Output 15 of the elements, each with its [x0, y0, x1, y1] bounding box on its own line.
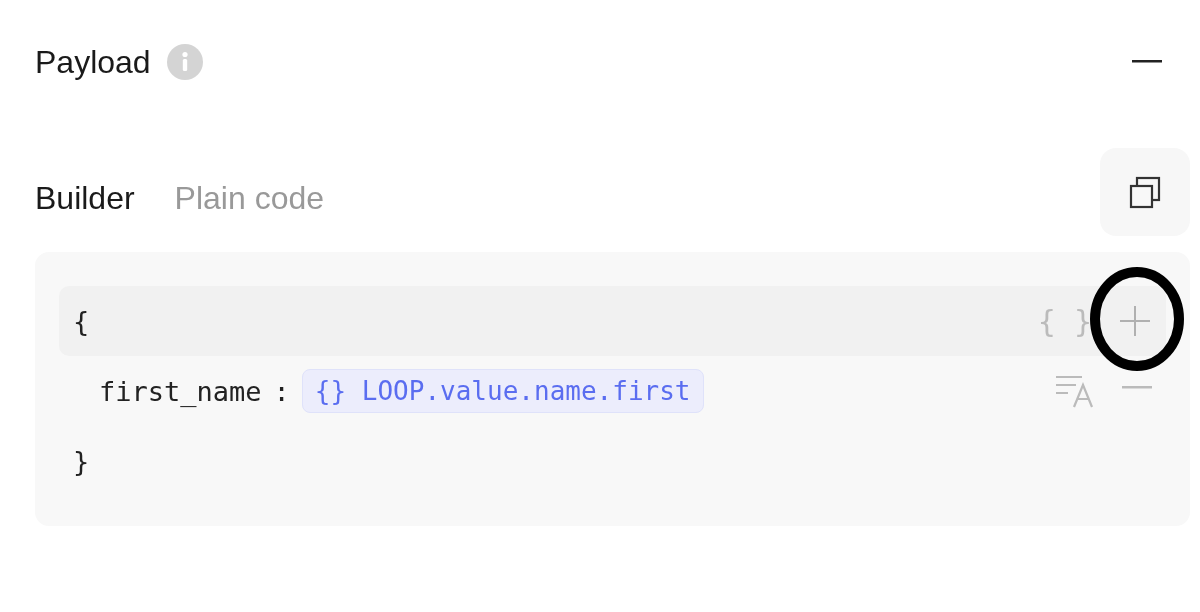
- copy-button[interactable]: [1100, 148, 1190, 236]
- field-key: first_name: [99, 375, 262, 407]
- copy-icon: [1127, 174, 1163, 210]
- tab[interactable]: Builder: [35, 179, 135, 217]
- collapse-icon[interactable]: [1132, 60, 1162, 64]
- code-text: {: [73, 305, 90, 337]
- info-icon[interactable]: [166, 44, 203, 80]
- variable-tag[interactable]: {} LOOP.value.name.first: [301, 369, 704, 413]
- code-text: :: [273, 375, 290, 407]
- remove-icon[interactable]: [1122, 386, 1152, 390]
- code-text: }: [73, 445, 90, 477]
- text-format-icon[interactable]: [1054, 373, 1096, 409]
- tab[interactable]: Plain code: [174, 179, 325, 217]
- add-icon[interactable]: [1118, 304, 1152, 338]
- section-title: Payload: [35, 43, 151, 81]
